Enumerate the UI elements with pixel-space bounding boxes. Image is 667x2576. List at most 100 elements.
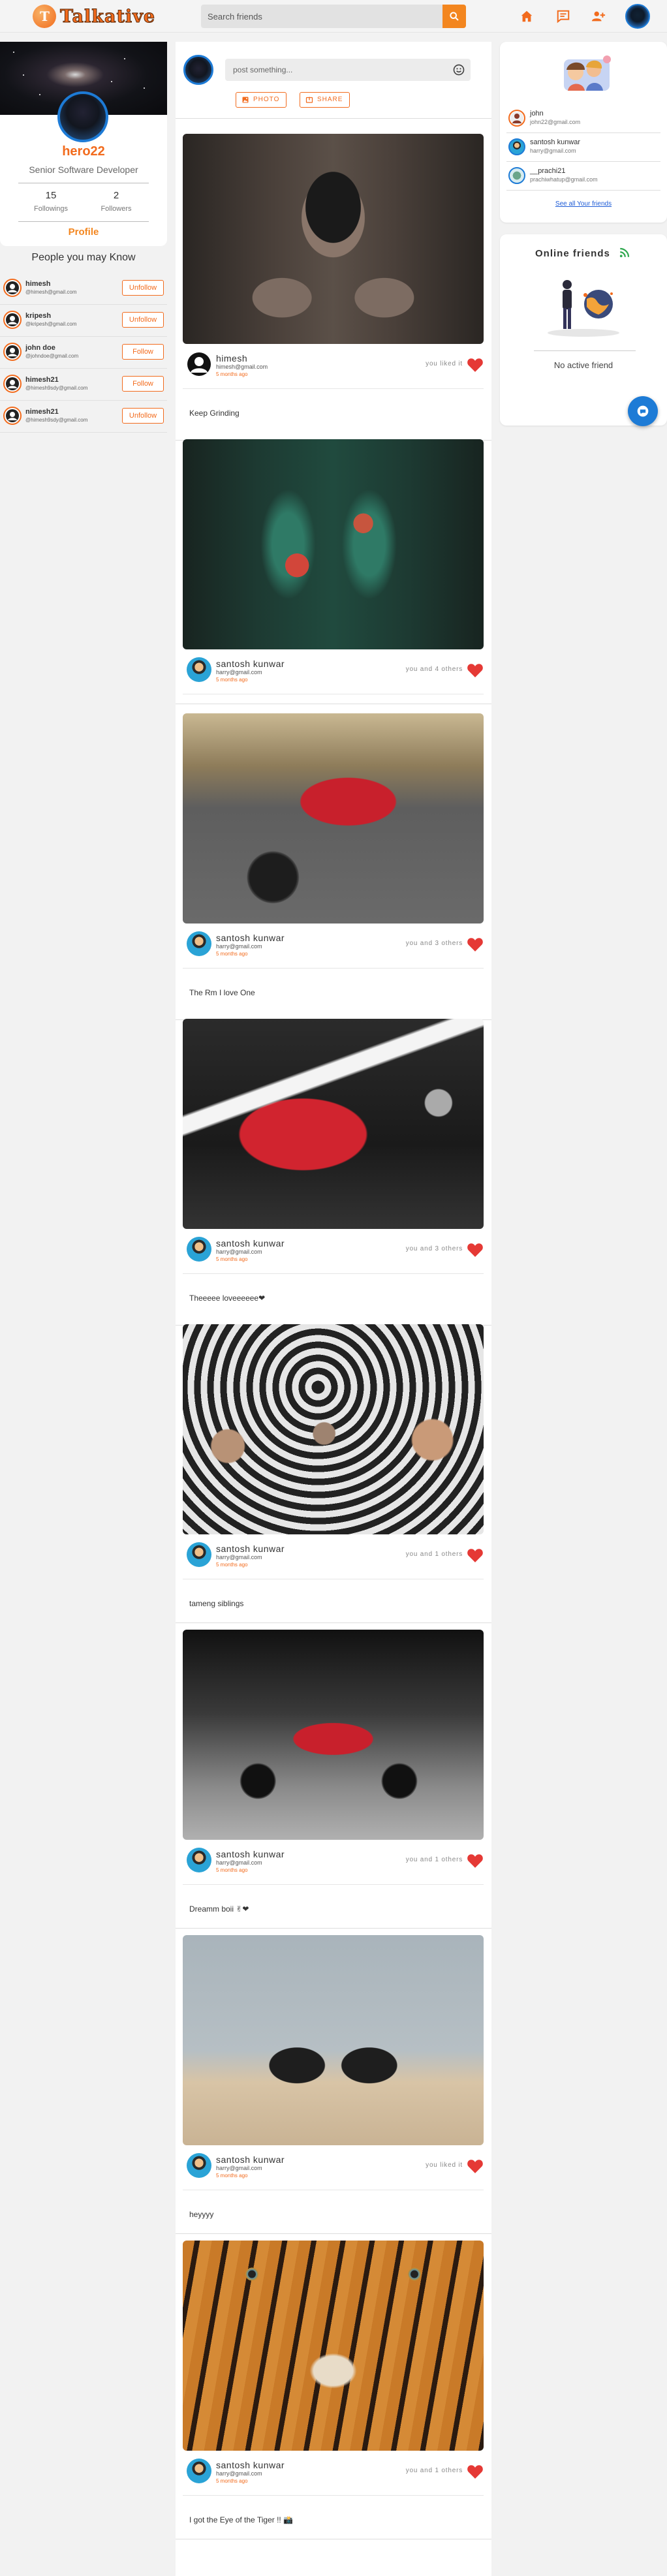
- person-name: himesh: [25, 280, 51, 288]
- user-avatar[interactable]: [625, 4, 650, 29]
- post-caption: I got the Eye of the Tiger !! 📸: [189, 2515, 294, 2524]
- post-likes: you and 1 others: [405, 1856, 463, 1863]
- post-card: himesh himesh@gmail.com 5 months ago you…: [176, 127, 491, 441]
- post-image[interactable]: [183, 1324, 484, 1534]
- profile-link[interactable]: Profile: [0, 226, 167, 238]
- avatar[interactable]: [3, 311, 22, 329]
- logo-icon: [33, 5, 56, 28]
- friend-item[interactable]: __prachi21 prachiwhatup@gmail.com: [506, 162, 660, 191]
- add-friend-icon[interactable]: [591, 9, 606, 23]
- friend-item[interactable]: santosh kunwar harry@gmail.com: [506, 133, 660, 162]
- post-caption: heyyyy: [189, 2210, 214, 2219]
- people-you-may-know-title: People you may Know: [31, 252, 136, 263]
- heart-icon[interactable]: [467, 662, 484, 678]
- heart-icon[interactable]: [467, 1853, 484, 1869]
- heart-icon[interactable]: [467, 357, 484, 373]
- home-icon[interactable]: [520, 9, 534, 23]
- avatar[interactable]: [187, 1848, 211, 1872]
- post-image[interactable]: [183, 1630, 484, 1840]
- avatar[interactable]: [187, 657, 211, 682]
- post-likes: you liked it: [426, 2162, 463, 2169]
- friend-item[interactable]: john john22@gmail.com: [506, 104, 660, 133]
- chat-icon: [637, 405, 649, 417]
- person-email: @himesh@gmail.com: [25, 289, 77, 295]
- no-active-friend-text: No active friend: [553, 360, 613, 370]
- search-icon: [450, 12, 459, 21]
- post-author-name[interactable]: santosh kunwar: [216, 1238, 285, 1249]
- post-timestamp: 5 months ago: [216, 2478, 248, 2484]
- post-author-name[interactable]: santosh kunwar: [216, 659, 285, 669]
- post-image[interactable]: [183, 439, 484, 649]
- avatar[interactable]: [3, 375, 22, 393]
- see-all-friends-link[interactable]: See all Your friends: [500, 200, 667, 208]
- post-image[interactable]: [183, 134, 484, 344]
- post-card: santosh kunwar harry@gmail.com 5 months …: [176, 707, 491, 1020]
- photo-button[interactable]: PHOTO: [236, 92, 287, 108]
- search-bar: [201, 5, 466, 28]
- heart-icon[interactable]: [467, 2464, 484, 2479]
- friend-name: santosh kunwar: [530, 138, 581, 146]
- followers-stat[interactable]: 2 Followers: [84, 183, 149, 221]
- post-author-name[interactable]: santosh kunwar: [216, 1849, 285, 1859]
- unfollow-button[interactable]: Unfollow: [122, 312, 164, 328]
- post-caption: The Rm I love One: [189, 988, 255, 997]
- post-likes: you and 1 others: [405, 2467, 463, 2474]
- message-icon[interactable]: [556, 9, 570, 23]
- avatar[interactable]: [3, 407, 22, 425]
- post-input[interactable]: [225, 59, 441, 81]
- profile-username: hero22: [62, 144, 105, 159]
- follow-button[interactable]: Follow: [122, 376, 164, 392]
- share-button[interactable]: SHARE: [300, 92, 350, 108]
- avatar[interactable]: [187, 2153, 211, 2178]
- post-author-name[interactable]: santosh kunwar: [216, 933, 285, 943]
- divider: [534, 350, 636, 351]
- avatar[interactable]: [187, 2459, 211, 2483]
- heart-icon[interactable]: [467, 1547, 484, 1563]
- profile-avatar[interactable]: [57, 91, 108, 142]
- heart-icon[interactable]: [467, 1242, 484, 1258]
- heart-icon[interactable]: [467, 937, 484, 952]
- post-author-name[interactable]: himesh: [216, 353, 247, 364]
- app-logo[interactable]: Talkative: [33, 5, 155, 28]
- avatar[interactable]: [187, 1237, 211, 1262]
- friends-card: john john22@gmail.com santosh kunwar har…: [500, 42, 667, 223]
- post-author-name[interactable]: santosh kunwar: [216, 2460, 285, 2470]
- divider: [183, 968, 484, 969]
- post-image[interactable]: [183, 2241, 484, 2451]
- avatar[interactable]: [183, 55, 213, 85]
- avatar[interactable]: [3, 279, 22, 297]
- emoji-icon[interactable]: [452, 63, 465, 76]
- post-author-name[interactable]: santosh kunwar: [216, 1544, 285, 1554]
- photo-icon: [242, 97, 249, 103]
- list-item: himesh21 @himesh9sdy@gmail.com Follow: [0, 369, 167, 401]
- post-likes: you and 1 others: [405, 1551, 463, 1558]
- chat-fab-button[interactable]: [628, 396, 658, 426]
- follow-button[interactable]: Follow: [122, 344, 164, 360]
- heart-icon[interactable]: [467, 2158, 484, 2174]
- feed: PHOTO SHARE himesh himesh@gmail.com 5 mo…: [176, 42, 491, 2576]
- search-button[interactable]: [442, 5, 466, 28]
- online-illustration: [548, 280, 619, 337]
- avatar[interactable]: [187, 931, 211, 956]
- avatar[interactable]: [3, 343, 22, 361]
- post-composer: PHOTO SHARE: [176, 42, 491, 119]
- share-label: SHARE: [317, 96, 343, 103]
- person-email: @himesh9sdy@gmail.com: [25, 385, 88, 391]
- person-email: @johndoe@gmail.com: [25, 353, 79, 359]
- post-image[interactable]: [183, 713, 484, 923]
- search-input[interactable]: [201, 5, 436, 28]
- profile-stats: 15 Followings 2 Followers: [18, 183, 149, 222]
- unfollow-button[interactable]: Unfollow: [122, 280, 164, 296]
- friend-email: harry@gmail.com: [530, 147, 576, 154]
- post-image[interactable]: [183, 1019, 484, 1229]
- post-author-name[interactable]: santosh kunwar: [216, 2154, 285, 2165]
- unfollow-button[interactable]: Unfollow: [122, 408, 164, 424]
- avatar[interactable]: [187, 1542, 211, 1567]
- post-timestamp: 5 months ago: [216, 1867, 248, 1873]
- friends-illustration: [564, 55, 611, 91]
- followers-label: Followers: [101, 205, 132, 213]
- post-image[interactable]: [183, 1935, 484, 2145]
- followings-stat[interactable]: 15 Followings: [18, 183, 84, 221]
- avatar[interactable]: [187, 352, 211, 377]
- post-author-email: harry@gmail.com: [216, 2165, 262, 2171]
